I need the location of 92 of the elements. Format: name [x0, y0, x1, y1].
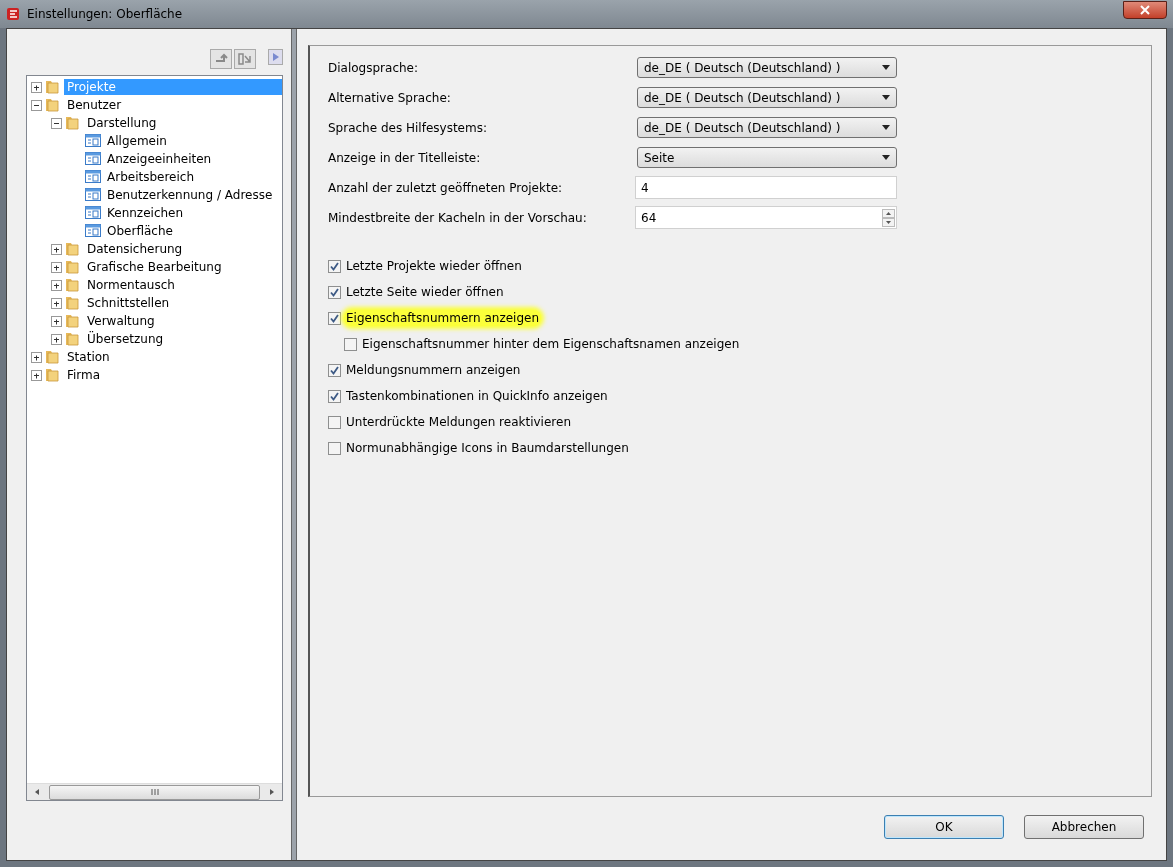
- dropdown[interactable]: de_DE ( Deutsch (Deutschland) ): [637, 87, 897, 108]
- tree-item[interactable]: Darstellung: [84, 115, 160, 131]
- window-title: Einstellungen: Oberfläche: [27, 7, 183, 21]
- page-icon: [84, 186, 102, 204]
- tree-item[interactable]: Normentausch: [84, 277, 178, 293]
- highlighted-label: Eigenschaftsnummern anzeigen: [344, 310, 541, 326]
- checkbox-label: Letzte Projekte wieder öffnen: [345, 258, 523, 274]
- field-label: Mindestbreite der Kacheln in der Vorschau:: [328, 210, 587, 225]
- checkbox-label: Tastenkombinationen in QuickInfo anzeigen: [345, 388, 609, 404]
- input-field[interactable]: 4: [635, 176, 897, 199]
- dropdown[interactable]: de_DE ( Deutsch (Deutschland) ): [637, 117, 897, 138]
- expand-icon[interactable]: [51, 261, 62, 273]
- expand-icon[interactable]: [51, 333, 62, 345]
- collapse-tool-button[interactable]: [210, 49, 232, 69]
- collapse-icon[interactable]: [51, 117, 62, 129]
- expand-icon[interactable]: [51, 315, 62, 327]
- checkbox-label: Letzte Seite wieder öffnen: [345, 284, 505, 300]
- app-logo-icon: [6, 6, 22, 22]
- dropdown-arrow-icon: [882, 125, 890, 130]
- checkbox-label: Eigenschaftsnummer hinter dem Eigenschaftsnamen anzeigen: [361, 336, 741, 352]
- tree-item[interactable]: Arbeitsbereich: [104, 169, 198, 185]
- field-label: Dialogsprache:: [328, 60, 418, 75]
- box-arrow-icon: [238, 53, 252, 65]
- tree-item[interactable]: Station: [64, 349, 113, 365]
- folder-icon: [44, 78, 62, 96]
- page-icon: [84, 204, 102, 222]
- tree-item[interactable]: Anzeigeeinheiten: [104, 151, 215, 167]
- expand-icon[interactable]: [51, 279, 62, 291]
- tree-item[interactable]: Kennzeichen: [104, 205, 187, 221]
- folder-icon: [64, 294, 82, 312]
- field-label: Anzeige in der Titelleiste:: [328, 150, 481, 165]
- tree-item[interactable]: Schnittstellen: [84, 295, 173, 311]
- checkbox-label: Normunabhängige Icons in Baumdarstellungen: [345, 440, 630, 456]
- horizontal-scrollbar[interactable]: [27, 783, 282, 800]
- checkbox[interactable]: [328, 389, 341, 403]
- expand-icon[interactable]: [31, 81, 42, 93]
- tree-item[interactable]: Benutzer: [64, 97, 125, 113]
- checkbox[interactable]: [328, 415, 341, 429]
- splitter-handle[interactable]: [291, 29, 297, 860]
- tree-item[interactable]: Datensicherung: [84, 241, 186, 257]
- tree-item[interactable]: Grafische Bearbeitung: [84, 259, 225, 275]
- dropdown[interactable]: de_DE ( Deutsch (Deutschland) ): [637, 57, 897, 78]
- spin-field[interactable]: 64: [635, 206, 897, 229]
- checkbox[interactable]: [328, 441, 341, 455]
- tree-item[interactable]: Allgemein: [104, 133, 170, 149]
- dropdown[interactable]: Seite: [637, 147, 897, 168]
- spin-down-icon: [882, 217, 895, 227]
- field-label: Anzahl der zuletzt geöffneten Projekte:: [328, 180, 563, 195]
- page-icon: [84, 150, 102, 168]
- folder-icon: [64, 240, 82, 258]
- folder-icon: [44, 348, 62, 366]
- folder-icon: [64, 330, 82, 348]
- folder-icon: [64, 258, 82, 276]
- dropdown-arrow-icon: [882, 95, 890, 100]
- dropdown-arrow-icon: [882, 65, 890, 70]
- checkbox[interactable]: [328, 259, 341, 273]
- checkbox[interactable]: [328, 363, 341, 377]
- page-icon: [84, 222, 102, 240]
- tree-item[interactable]: Benutzerkennung / Adresse: [104, 187, 276, 203]
- tree-item[interactable]: Übersetzung: [84, 331, 167, 347]
- tree-item[interactable]: Verwaltung: [84, 313, 158, 329]
- page-icon: [84, 168, 102, 186]
- folder-icon: [64, 276, 82, 294]
- checkbox[interactable]: [344, 337, 357, 351]
- ok-button[interactable]: OK: [884, 815, 1004, 839]
- tree-item[interactable]: Oberfläche: [104, 223, 176, 239]
- close-icon: [1140, 5, 1150, 15]
- field-label: Alternative Sprache:: [328, 90, 451, 105]
- scroll-thumb[interactable]: [49, 784, 260, 800]
- expand-icon[interactable]: [51, 297, 62, 309]
- expand-icon[interactable]: [31, 369, 42, 381]
- close-button[interactable]: [1123, 1, 1167, 19]
- play-icon: [271, 53, 280, 61]
- folder-icon: [64, 114, 82, 132]
- checkbox-label: Meldungsnummern anzeigen: [345, 362, 522, 378]
- arrow-up-icon: [214, 53, 228, 65]
- expand-icon[interactable]: [31, 351, 42, 363]
- checkbox[interactable]: [328, 285, 341, 299]
- cancel-button[interactable]: Abbrechen: [1024, 815, 1144, 839]
- field-label: Sprache des Hilfesystems:: [328, 120, 487, 135]
- folder-icon: [44, 96, 62, 114]
- page-icon: [84, 132, 102, 150]
- tree-item[interactable]: Firma: [64, 367, 104, 383]
- checkbox-label: Unterdrückte Meldungen reaktivieren: [345, 414, 572, 430]
- folder-icon: [64, 312, 82, 330]
- collapse-icon[interactable]: [31, 99, 42, 111]
- grip-icon: [150, 789, 159, 795]
- expand-icon[interactable]: [51, 243, 62, 255]
- checkbox[interactable]: [328, 311, 341, 325]
- spin-up-icon: [882, 208, 895, 218]
- folder-icon: [44, 366, 62, 384]
- dropdown-arrow-icon: [882, 155, 890, 160]
